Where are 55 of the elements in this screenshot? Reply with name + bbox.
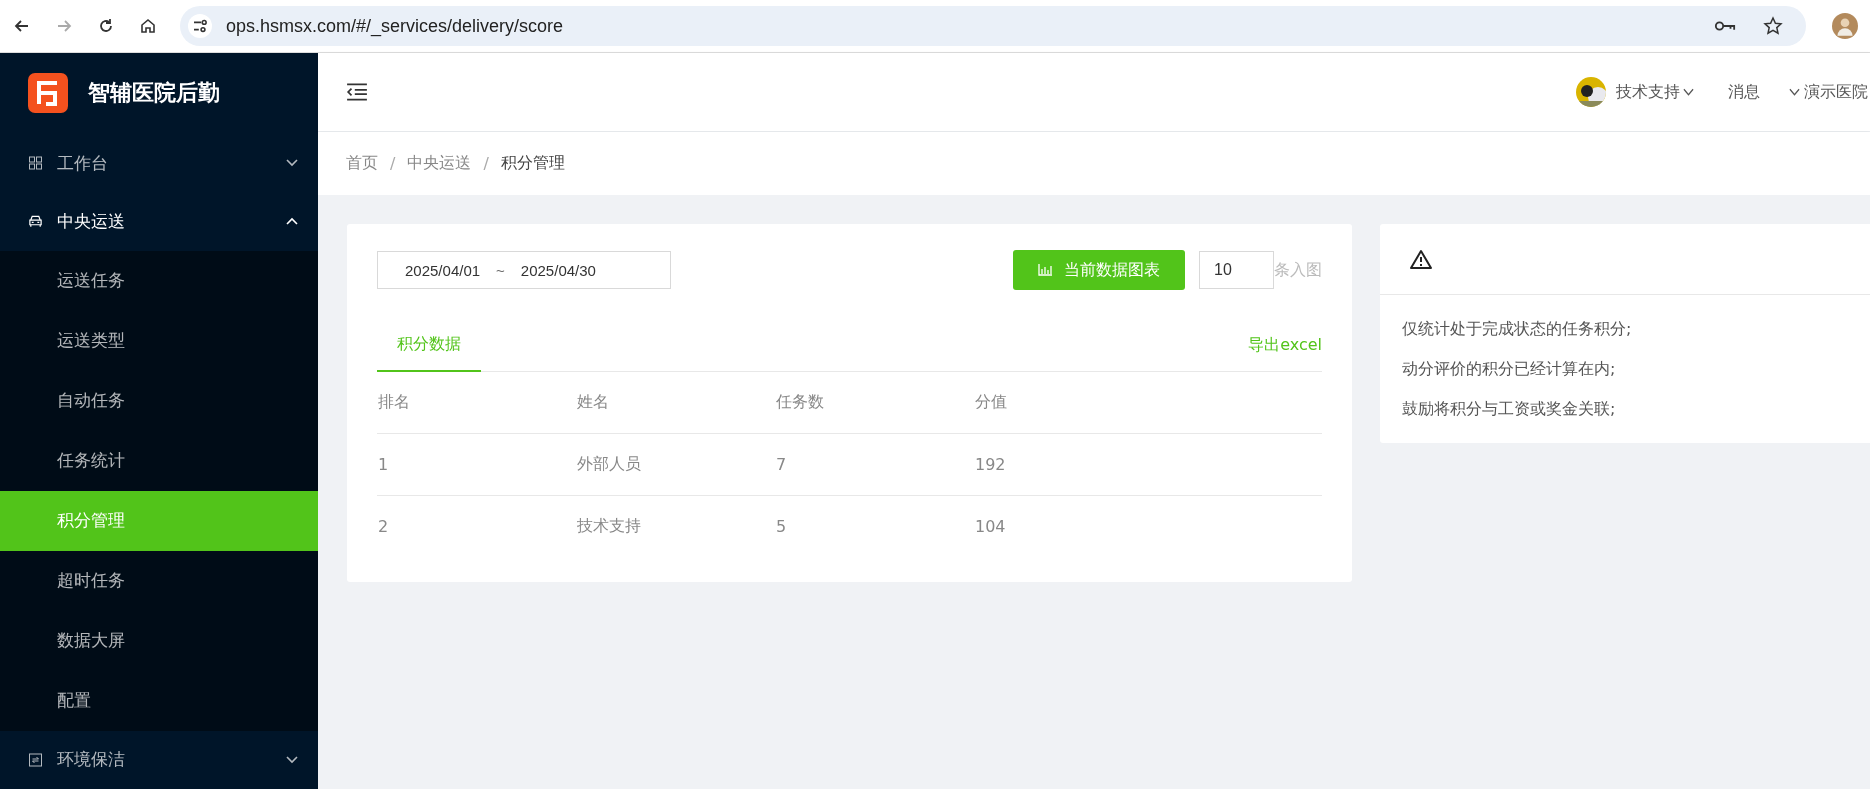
count-suffix-label: 条入图 [1274,259,1322,281]
column-header: 任务数 [776,392,824,411]
home-icon[interactable] [138,16,158,36]
table-cell: 外部人员 [577,454,641,473]
sidebar-subitem[interactable]: 超时任务 [0,550,318,611]
menu-fold-icon[interactable] [346,83,368,101]
address-bar[interactable]: ops.hsmsx.com/#/_services/delivery/score [180,6,1806,46]
sidebar-menu-item[interactable]: 中央运送 [0,192,318,251]
table-cell: 2 [378,517,389,536]
car-icon [28,214,43,229]
hospital-menu[interactable]: 演示医院 [1804,81,1868,103]
table-cell: 1 [378,455,389,474]
sidebar-menu-item[interactable]: 工作台 [0,133,318,193]
sidebar-subitem[interactable]: 运送类型 [0,310,318,371]
sidebar-menu-item[interactable]: 环境保洁 [0,730,318,789]
table-cell: 技术支持 [577,516,641,535]
sidebar-subitem[interactable]: 配置 [0,670,318,731]
breadcrumb-item: 积分管理 [500,153,565,174]
chevron-down-icon [1789,88,1800,96]
warning-icon [1410,249,1432,269]
breadcrumb-item[interactable]: 首页 [346,153,378,174]
chevron-down-icon [1683,88,1694,96]
table-cell: 192 [975,455,1006,474]
sidebar-subitem[interactable]: 任务统计 [0,430,318,491]
bar-chart-icon [1038,264,1052,276]
column-header: 分值 [975,392,1007,411]
date-range-field[interactable]: 2025/04/01 ~ 2025/04/30 [377,251,671,289]
chevron-down-icon [286,159,298,167]
count-input-field[interactable]: 10 [1199,251,1274,289]
chevron-down-icon [286,755,298,764]
breadcrumb-separator: / [483,154,489,173]
breadcrumb-item[interactable]: 中央运送 [407,153,472,174]
url-text: ops.hsmsx.com/#/_services/delivery/score [226,15,564,37]
notice-text: 动分评价的积分已经计算在内; [1402,358,1617,380]
app-title: 智辅医院后勤 [88,79,220,108]
column-header: 姓名 [577,392,609,411]
sidebar-subitem[interactable]: 数据大屏 [0,610,318,671]
profile-avatar-icon[interactable] [1832,13,1858,39]
notice-text: 鼓励将积分与工资或奖金关联; [1402,398,1617,420]
grid-icon [28,156,43,170]
recycle-icon [28,752,43,767]
sidebar-subitem[interactable]: 运送任务 [0,250,318,311]
star-icon[interactable] [1762,16,1784,36]
table-cell: 7 [776,455,787,474]
column-header: 排名 [378,392,410,411]
sidebar-subitem[interactable]: 自动任务 [0,370,318,431]
table-cell: 104 [975,517,1006,536]
breadcrumb-separator: / [390,154,396,173]
user-menu[interactable]: 技术支持 [1616,81,1680,103]
site-settings-icon[interactable] [188,14,212,38]
table-cell: 5 [776,517,787,536]
messages-link[interactable]: 消息 [1728,81,1760,103]
notice-text: 仅统计处于完成状态的任务积分; [1402,318,1633,340]
logo-icon [28,73,68,114]
chevron-up-icon [286,217,298,226]
